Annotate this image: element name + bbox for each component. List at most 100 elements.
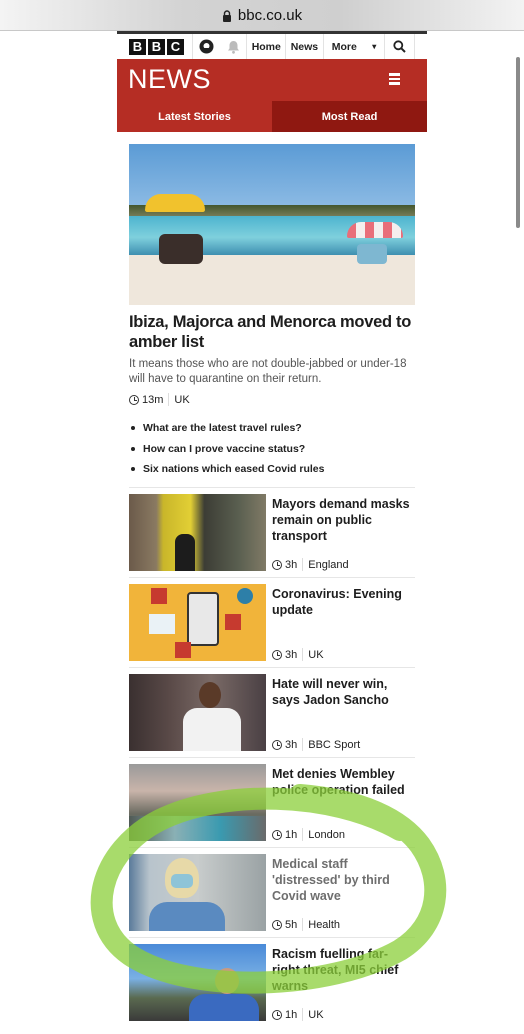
story-meta: 5h Health bbox=[272, 918, 340, 931]
story-time: 3h bbox=[285, 648, 298, 661]
search-button[interactable] bbox=[385, 34, 414, 59]
story-headline[interactable]: Racism fuelling far-right threat, MI5 ch… bbox=[272, 946, 412, 994]
lead-story-image[interactable] bbox=[129, 144, 415, 305]
related-link[interactable]: How can I prove vaccine status? bbox=[131, 439, 324, 460]
story-headline[interactable]: Met denies Wembley police operation fail… bbox=[272, 766, 412, 798]
related-link[interactable]: What are the latest travel rules? bbox=[131, 418, 324, 439]
story-time: 13m bbox=[142, 393, 164, 406]
search-icon bbox=[393, 40, 406, 53]
clock-icon bbox=[272, 919, 282, 930]
story-headline[interactable]: Hate will never win, says Jadon Sancho bbox=[272, 676, 412, 708]
bbc-logo-letter: C bbox=[167, 38, 184, 55]
image-sunbather bbox=[357, 244, 387, 264]
story-section[interactable]: UK bbox=[308, 1009, 323, 1021]
related-link-text: How can I prove vaccine status? bbox=[143, 442, 306, 455]
bell-icon bbox=[228, 40, 240, 54]
story-thumbnail[interactable] bbox=[129, 944, 266, 1021]
story-headline[interactable]: Coronavirus: Evening update bbox=[272, 586, 412, 618]
image-face bbox=[215, 968, 239, 994]
related-link[interactable]: Six nations which eased Covid rules bbox=[131, 459, 324, 480]
divider bbox=[129, 937, 415, 938]
story-item[interactable]: Hate will never win, says Jadon Sancho 3… bbox=[129, 667, 415, 764]
story-item[interactable]: Mayors demand masks remain on public tra… bbox=[129, 487, 415, 584]
story-thumbnail[interactable] bbox=[129, 854, 266, 931]
story-headline[interactable]: Medical staff 'distressed' by third Covi… bbox=[272, 856, 412, 904]
image-icon-tile bbox=[237, 588, 253, 604]
divider bbox=[129, 667, 415, 668]
story-thumbnail[interactable] bbox=[129, 494, 266, 571]
url-text: bbc.co.uk bbox=[237, 6, 303, 24]
news-wordmark[interactable]: NEWS bbox=[128, 64, 211, 95]
story-meta: 3h BBC Sport bbox=[272, 738, 360, 751]
story-section[interactable]: Health bbox=[308, 919, 340, 931]
story-thumbnail[interactable] bbox=[129, 584, 266, 661]
nav-more[interactable]: More ▾ bbox=[324, 34, 386, 59]
nav-news[interactable]: News bbox=[286, 34, 324, 59]
divider bbox=[129, 577, 415, 578]
notifications-button[interactable] bbox=[221, 34, 248, 59]
lock-icon bbox=[222, 10, 231, 22]
image-icon-tile bbox=[175, 642, 191, 658]
account-icon bbox=[199, 39, 214, 54]
story-item[interactable]: Coronavirus: Evening update 3h UK bbox=[129, 577, 415, 674]
story-time: 3h bbox=[285, 738, 298, 751]
story-time: 5h bbox=[285, 918, 298, 931]
nav-home[interactable]: Home bbox=[247, 34, 287, 59]
meta-divider bbox=[302, 558, 304, 571]
meta-divider bbox=[302, 918, 304, 931]
image-people bbox=[159, 234, 203, 264]
story-thumbnail[interactable] bbox=[129, 674, 266, 751]
clock-icon bbox=[272, 1009, 282, 1020]
bullet-icon bbox=[131, 426, 135, 431]
story-section[interactable]: England bbox=[308, 559, 348, 571]
image-face bbox=[199, 682, 221, 708]
related-link-text: What are the latest travel rules? bbox=[143, 422, 302, 434]
menu-button[interactable] bbox=[379, 64, 409, 94]
lead-story-headline[interactable]: Ibiza, Majorca and Menorca moved to ambe… bbox=[129, 312, 419, 352]
divider bbox=[129, 847, 415, 848]
chevron-down-icon: ▾ bbox=[372, 42, 377, 51]
bbc-logo-letter: B bbox=[148, 38, 165, 55]
bbc-global-nav: B B C Home News More ▾ bbox=[117, 34, 415, 59]
clock-icon bbox=[272, 559, 282, 570]
hamburger-icon-bar bbox=[388, 77, 400, 81]
story-headline[interactable]: Mayors demand masks remain on public tra… bbox=[272, 496, 412, 544]
story-section[interactable]: UK bbox=[174, 394, 189, 406]
meta-divider bbox=[302, 1008, 304, 1021]
story-meta: 1h UK bbox=[272, 1008, 324, 1021]
bullet-icon bbox=[131, 467, 135, 472]
divider bbox=[129, 757, 415, 758]
bbc-logo[interactable]: B B C bbox=[117, 34, 193, 59]
story-meta: 3h UK bbox=[272, 648, 324, 661]
story-section[interactable]: London bbox=[308, 829, 345, 841]
story-tabs: Latest Stories Most Read bbox=[117, 101, 427, 132]
story-item[interactable]: Met denies Wembley police operation fail… bbox=[129, 757, 415, 854]
image-person bbox=[175, 534, 195, 571]
story-thumbnail[interactable] bbox=[129, 764, 266, 841]
image-icon-tile bbox=[151, 588, 167, 604]
hamburger-icon bbox=[388, 73, 400, 76]
image-shirt bbox=[183, 708, 241, 751]
tab-most-read[interactable]: Most Read bbox=[272, 101, 427, 132]
image-yellow-umbrella bbox=[145, 194, 205, 212]
story-time: 1h bbox=[285, 1008, 298, 1021]
related-links: What are the latest travel rules? How ca… bbox=[131, 418, 324, 480]
account-button[interactable] bbox=[193, 34, 221, 59]
clock-icon bbox=[272, 829, 282, 840]
tab-latest-stories[interactable]: Latest Stories bbox=[117, 101, 272, 132]
news-header: NEWS bbox=[117, 59, 427, 101]
hamburger-icon-bar bbox=[388, 82, 400, 85]
lead-story-meta: 13m UK bbox=[129, 393, 190, 406]
meta-divider bbox=[302, 828, 304, 841]
image-scrubs bbox=[149, 902, 225, 931]
scrollbar[interactable] bbox=[516, 57, 520, 228]
story-item[interactable]: Racism fuelling far-right threat, MI5 ch… bbox=[129, 937, 415, 1034]
address-bar[interactable]: bbc.co.uk bbox=[0, 0, 524, 31]
story-item[interactable]: Medical staff 'distressed' by third Covi… bbox=[129, 847, 415, 944]
story-meta: 3h England bbox=[272, 558, 349, 571]
story-section[interactable]: BBC Sport bbox=[308, 739, 360, 751]
image-striped-umbrella bbox=[347, 222, 403, 238]
image-shirt bbox=[189, 994, 259, 1021]
story-meta: 1h London bbox=[272, 828, 345, 841]
story-section[interactable]: UK bbox=[308, 649, 323, 661]
